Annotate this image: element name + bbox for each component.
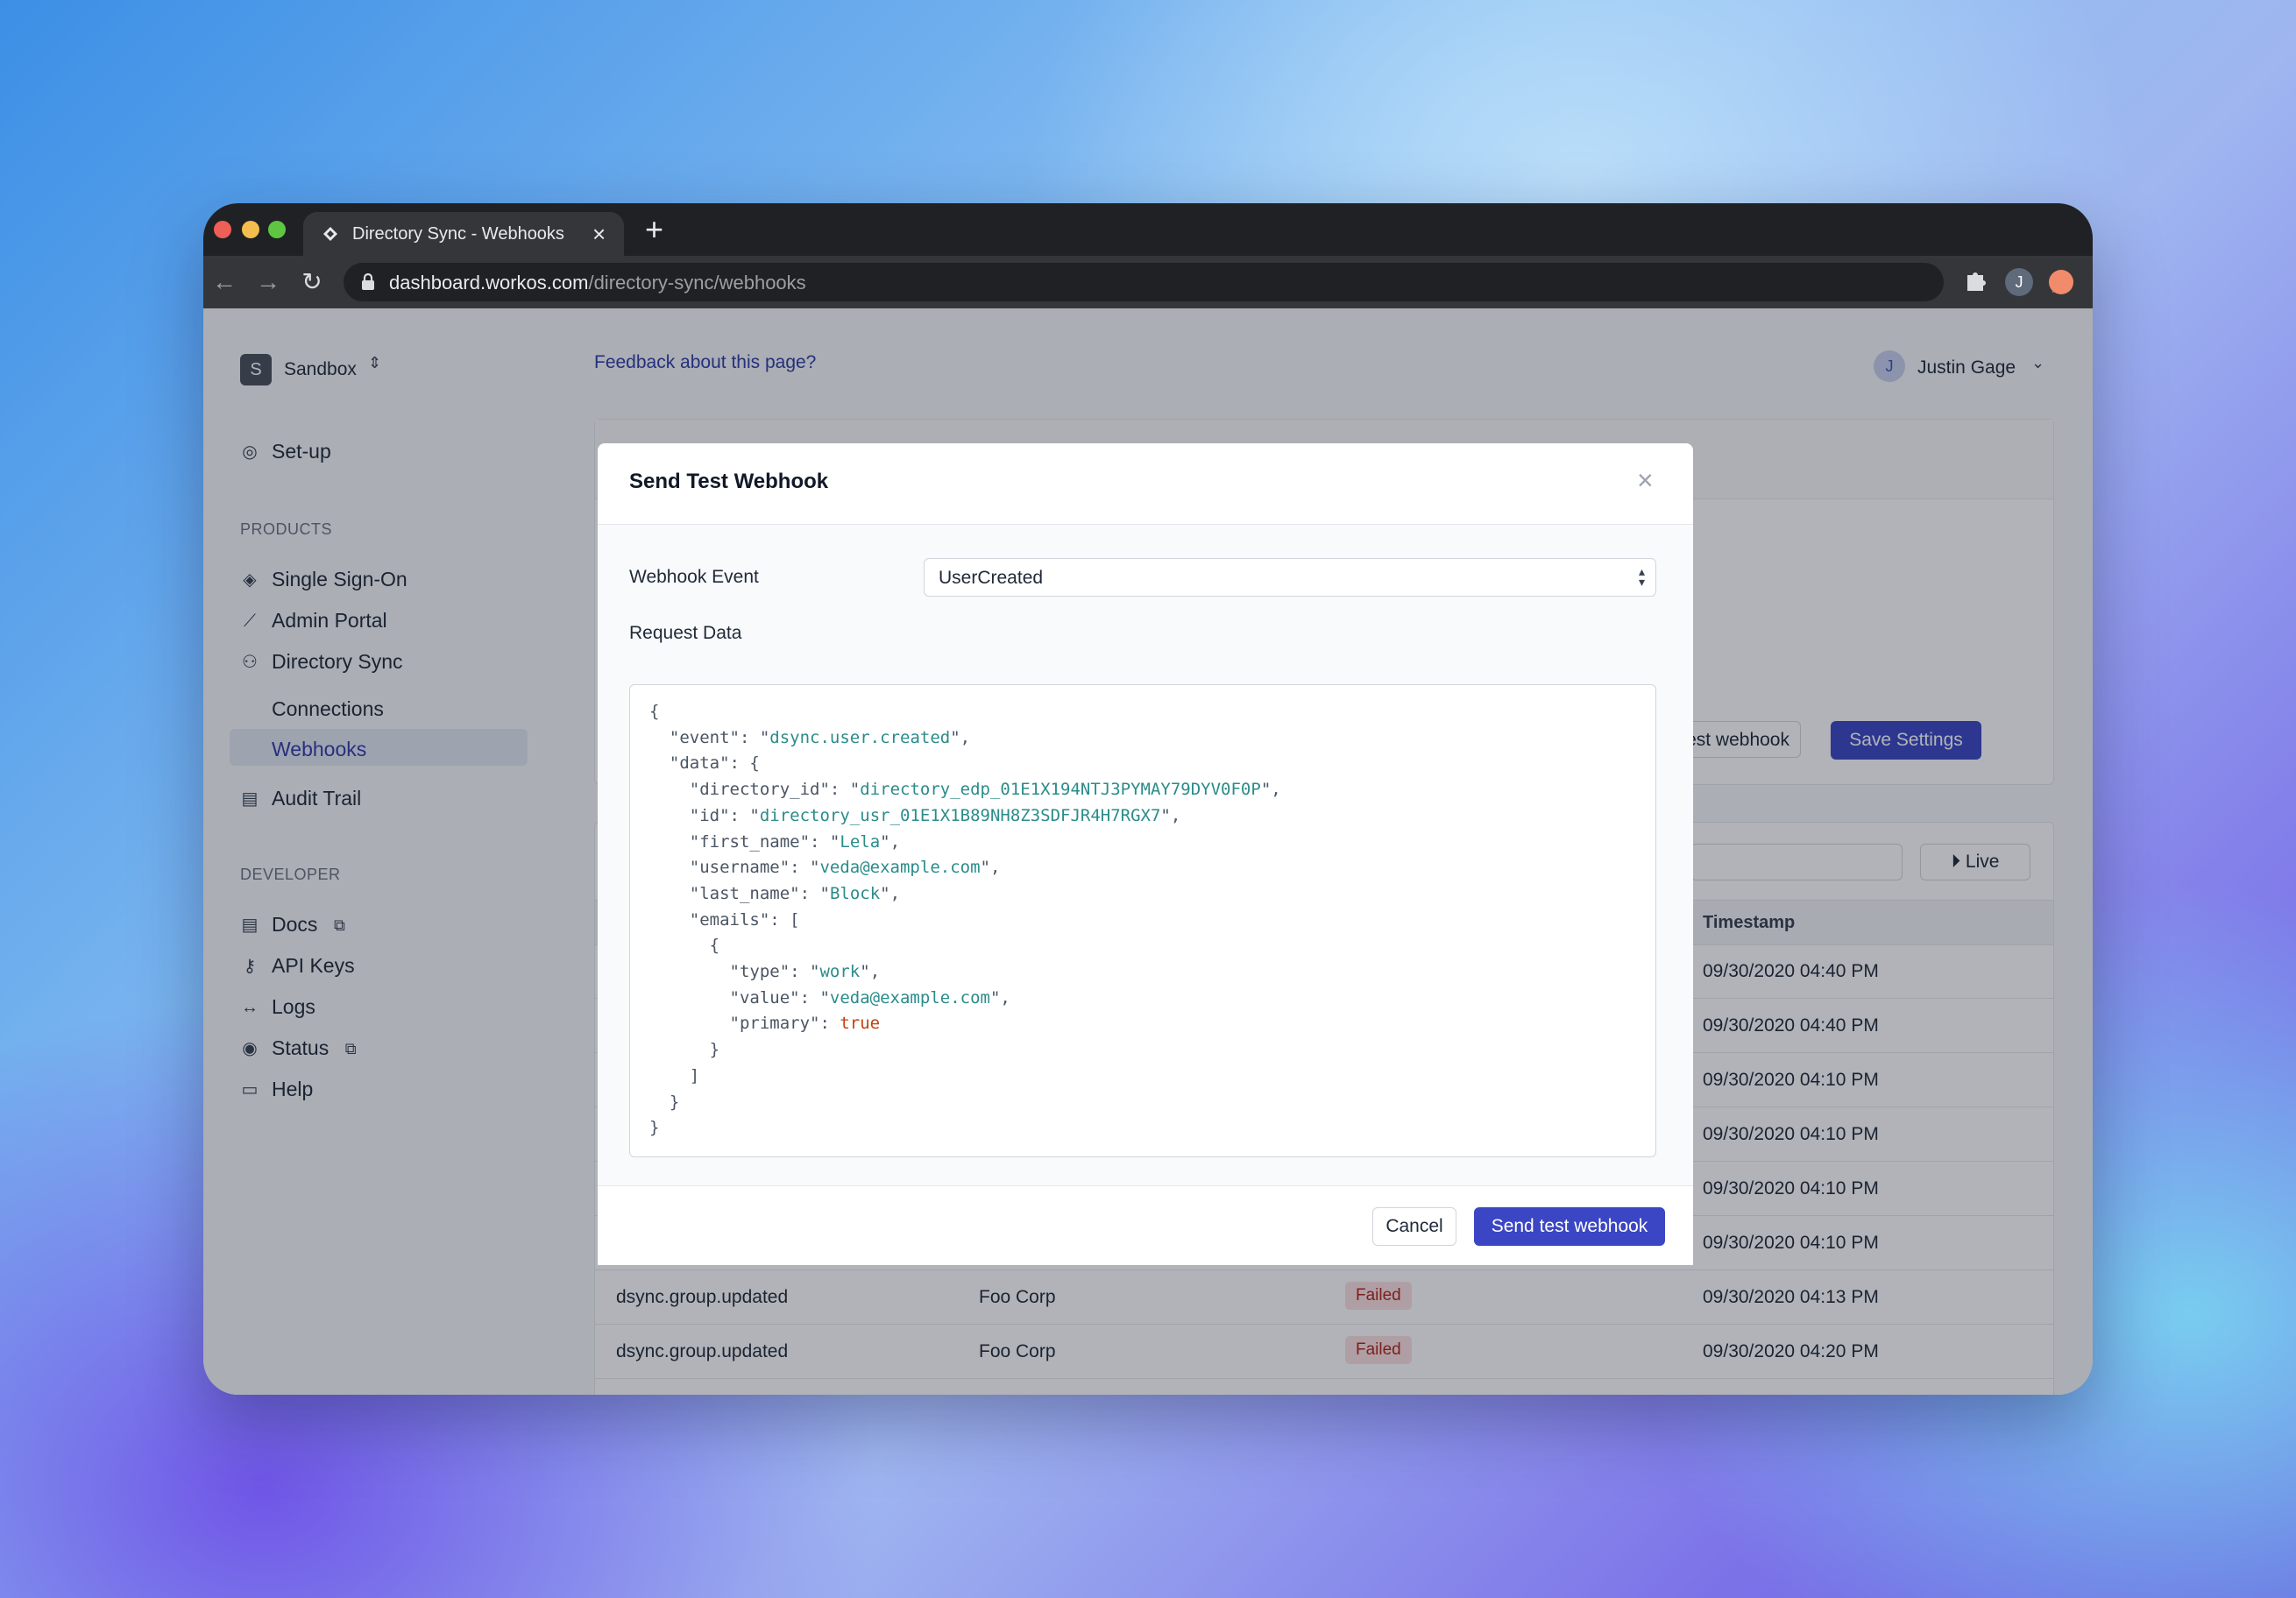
reload-icon[interactable]: ↻ [298,268,326,296]
tab-close-icon[interactable]: × [592,221,606,247]
profile-avatar[interactable]: J [2005,268,2033,296]
workos-favicon-icon [323,227,337,241]
request-data-editor[interactable]: { "event": "dsync.user.created", "data":… [629,684,1656,1157]
webhook-event-label: Webhook Event [629,567,759,587]
address-bar[interactable]: dashboard.workos.com/directory-sync/webh… [344,263,2069,301]
send-test-webhook-modal: Send Test Webhook × Webhook Event UserCr… [598,443,1693,1265]
modal-footer: Cancel Send test webhook [598,1185,1693,1265]
lock-icon [362,273,374,290]
browser-titlebar: Directory Sync - Webhooks × + [203,203,2093,256]
extensions-puzzle-icon[interactable] [1965,268,1988,293]
maximize-window-button[interactable] [268,221,286,238]
close-icon[interactable]: × [1637,464,1654,496]
select-chevron-icon: ▴ ▾ [1638,564,1645,589]
browser-window: Directory Sync - Webhooks × + ← → ↻ dash… [203,203,2093,1395]
browser-toolbar: ← → ↻ dashboard.workos.com/directory-syn… [203,256,2093,308]
tab-title: Directory Sync - Webhooks [352,224,564,244]
browser-tab[interactable]: Directory Sync - Webhooks × [303,212,624,256]
modal-title: Send Test Webhook [629,470,829,493]
url-text: dashboard.workos.com/directory-sync/webh… [389,272,806,293]
cancel-button[interactable]: Cancel [1372,1207,1456,1246]
update-icon[interactable] [2049,270,2073,294]
request-data-label: Request Data [629,623,742,643]
request-json: { "event": "dsync.user.created", "data":… [649,702,1281,1138]
minimize-window-button[interactable] [242,221,259,238]
close-window-button[interactable] [214,221,231,238]
send-test-webhook-submit-button[interactable]: Send test webhook [1474,1207,1665,1246]
back-arrow-icon[interactable]: ← [210,268,238,296]
modal-body: Webhook Event UserCreated ▴ ▾ Request Dat… [598,525,1693,1185]
new-tab-icon[interactable]: + [645,210,663,249]
forward-arrow-icon[interactable]: → [254,268,282,296]
webhook-event-select[interactable]: UserCreated ▴ ▾ [924,558,1656,597]
